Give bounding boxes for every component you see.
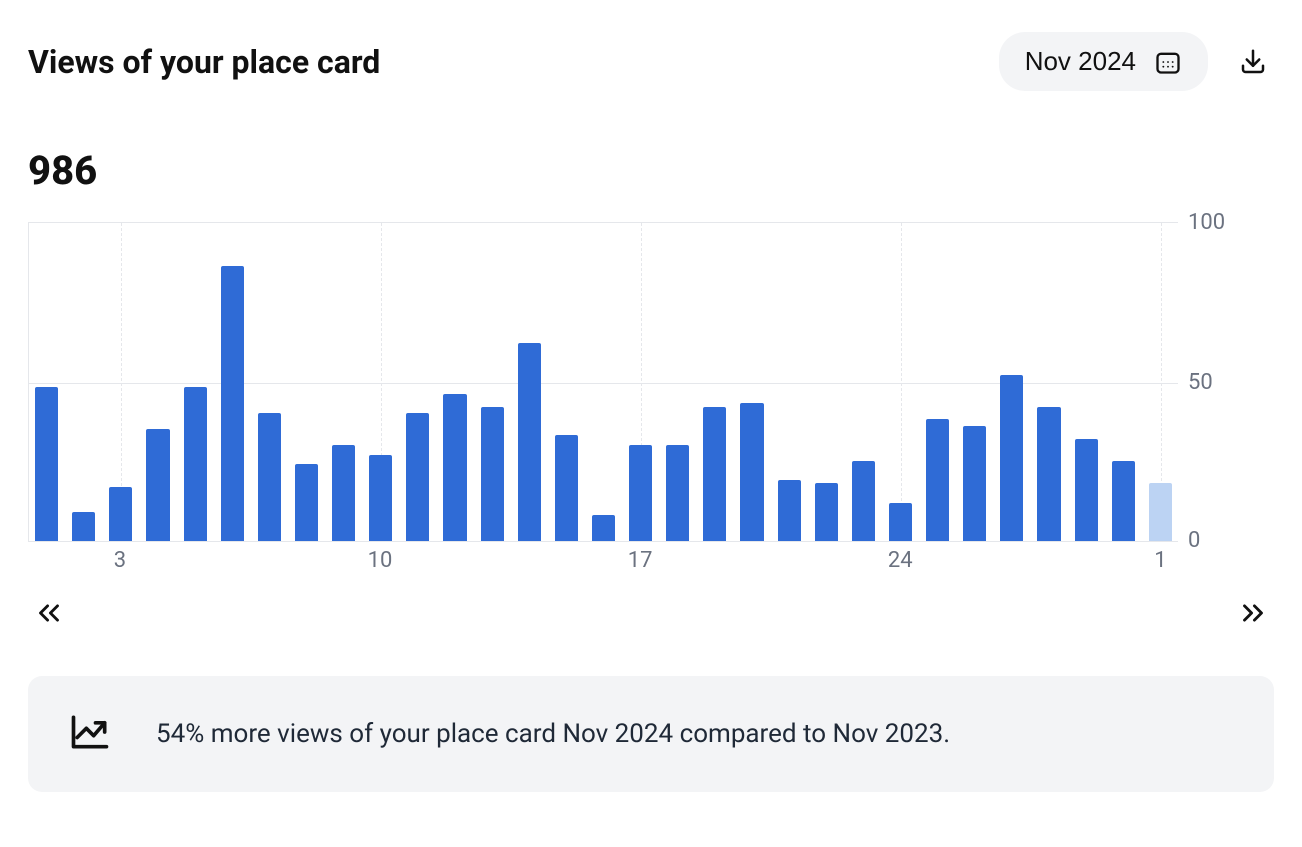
chart-plot-area (28, 222, 1178, 542)
bar[interactable] (703, 407, 726, 541)
x-tick: 10 (368, 548, 393, 573)
chevrons-left-icon (32, 596, 66, 630)
chart-nav-row (28, 592, 1274, 634)
y-tick-50: 50 (1188, 370, 1213, 395)
bar[interactable] (1149, 483, 1172, 541)
page-root: Views of your place card Nov 2024 (0, 0, 1302, 792)
header-row: Views of your place card Nov 2024 (28, 32, 1274, 91)
bar[interactable] (592, 515, 615, 541)
y-tick-100: 100 (1188, 210, 1225, 235)
bar[interactable] (1075, 439, 1098, 541)
bar[interactable] (889, 503, 912, 541)
bar[interactable] (35, 387, 58, 541)
insight-banner: 54% more views of your place card Nov 20… (28, 676, 1274, 792)
bar[interactable] (555, 435, 578, 541)
next-period-button[interactable] (1232, 592, 1274, 634)
x-tick: 3 (114, 548, 126, 573)
bar[interactable] (1037, 407, 1060, 541)
y-tick-0: 0 (1188, 528, 1200, 553)
prev-period-button[interactable] (28, 592, 70, 634)
bar[interactable] (481, 407, 504, 541)
calendar-icon (1154, 48, 1182, 76)
header-actions: Nov 2024 (999, 32, 1274, 91)
x-tick: 1 (1154, 548, 1166, 573)
bars-group (29, 223, 1178, 541)
bar[interactable] (518, 343, 541, 541)
download-button[interactable] (1232, 41, 1274, 83)
bar[interactable] (852, 461, 875, 541)
bar[interactable] (1000, 375, 1023, 541)
bar[interactable] (778, 480, 801, 541)
period-label: Nov 2024 (1025, 46, 1136, 77)
x-tick: 17 (628, 548, 653, 573)
bar[interactable] (72, 512, 95, 541)
bar[interactable] (146, 429, 169, 541)
chart-container: 100 50 0 31017241 (28, 222, 1274, 582)
bar[interactable] (666, 445, 689, 541)
page-title: Views of your place card (28, 43, 380, 81)
bar[interactable] (369, 455, 392, 541)
bar[interactable] (258, 413, 281, 541)
bar[interactable] (406, 413, 429, 541)
bar[interactable] (629, 445, 652, 541)
chevrons-right-icon (1236, 596, 1270, 630)
bar[interactable] (963, 426, 986, 541)
x-axis-labels: 3 10 17 24 1 (28, 548, 1178, 578)
bar[interactable] (443, 394, 466, 541)
bar[interactable] (926, 419, 949, 541)
bar[interactable] (109, 487, 132, 541)
bar[interactable] (184, 387, 207, 541)
bar[interactable] (815, 483, 838, 541)
download-icon (1238, 47, 1268, 77)
total-value: 986 (28, 147, 1274, 194)
x-tick: 24 (888, 548, 913, 573)
bar[interactable] (295, 464, 318, 541)
bar[interactable] (332, 445, 355, 541)
bar[interactable] (740, 403, 763, 541)
trend-up-icon (68, 710, 112, 758)
period-picker-button[interactable]: Nov 2024 (999, 32, 1208, 91)
bar[interactable] (221, 266, 244, 541)
insight-text: 54% more views of your place card Nov 20… (156, 719, 950, 749)
bar[interactable] (1112, 461, 1135, 541)
